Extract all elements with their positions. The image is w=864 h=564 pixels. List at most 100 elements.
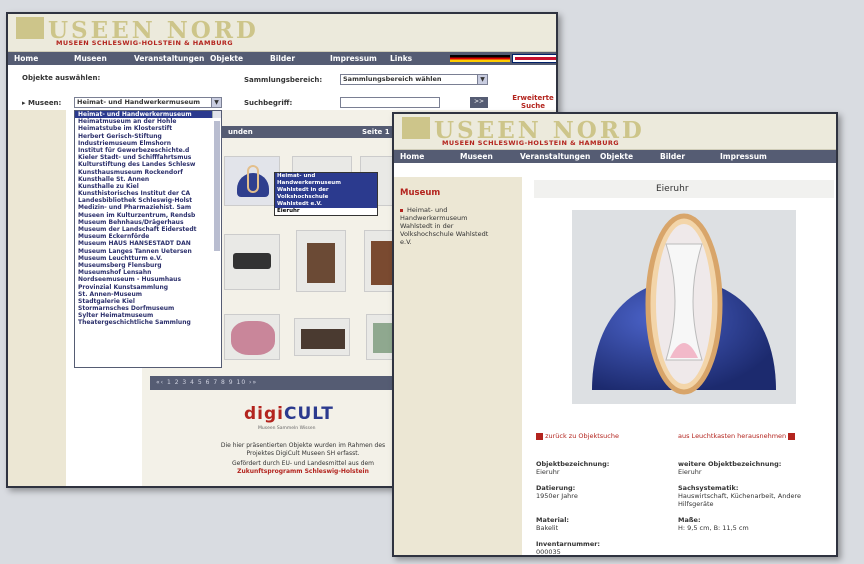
museum-list-item[interactable]: Kunsthausmuseum Rockendorf — [75, 169, 221, 176]
nav-impressum[interactable]: Impressum — [720, 152, 780, 161]
bullet-icon — [400, 208, 403, 212]
egg-timer-icon — [572, 210, 796, 404]
museum-list-item[interactable]: Kunsthalle zu Kiel — [75, 183, 221, 190]
object-thumbnail[interactable] — [296, 230, 346, 292]
site-subtitle: MUSEEN SCHLESWIG-HOLSTEIN & HAMBURG — [442, 139, 620, 147]
museum-list-item[interactable]: Institut für Gewerbezeschichte.d — [75, 147, 221, 154]
nav-home[interactable]: Home — [14, 54, 74, 63]
list-scrollbar[interactable] — [212, 111, 221, 251]
field-value: Bakelit — [536, 524, 559, 532]
museum-list-item[interactable]: Museum Langes Tannen Uetersen — [75, 248, 221, 255]
field-value: Hauswirtschaft, Küchenarbeit, Andere Hil… — [678, 492, 801, 508]
museum-building-icon — [16, 17, 44, 39]
object-title: Eieruhr — [656, 184, 689, 194]
nav-bilder[interactable]: Bilder — [270, 54, 330, 63]
object-thumbnail[interactable] — [224, 234, 280, 290]
field-label: weitere Objektbezeichnung: — [678, 460, 782, 468]
suchbegriff-label: Suchbegriff: — [244, 99, 293, 107]
museum-heading: Museum — [400, 188, 441, 198]
museum-list-item[interactable]: Kulturstiftung des Landes Schlesw — [75, 161, 221, 168]
museum-list-item[interactable]: Landesbibliothek Schleswig-Holst — [75, 197, 221, 204]
museum-list-item[interactable]: Stormarnsches Dorfmuseum — [75, 305, 221, 312]
museum-list-item[interactable]: Heimatstube im Klosterstift — [75, 125, 221, 132]
search-go-button[interactable]: >> — [470, 97, 488, 108]
field-value: 1950er Jahre — [536, 492, 578, 500]
field-value: H: 9,5 cm, B: 11,5 cm — [678, 524, 749, 532]
chevron-down-icon[interactable]: ▼ — [211, 98, 221, 107]
nav-veranstaltungen[interactable]: Veranstaltungen — [134, 54, 210, 63]
museum-list-item[interactable]: Sylter Heimatmuseum — [75, 312, 221, 319]
museum-list-item[interactable]: Kunsthistorisches Institut der CA — [75, 190, 221, 197]
museum-list-item[interactable]: Stadtgalerie Kiel — [75, 298, 221, 305]
machine-thumb-icon — [301, 329, 345, 349]
field-value: Eieruhr — [678, 468, 702, 476]
main-nav: Home Museen Veranstaltungen Objekte Bild… — [8, 52, 556, 65]
nav-objekte[interactable]: Objekte — [600, 152, 660, 161]
nav-bilder[interactable]: Bilder — [660, 152, 720, 161]
museum-list-item[interactable]: Medizin- und Pharmaziehist. Sam — [75, 204, 221, 211]
museum-list-item[interactable]: Museumsberg Flensburg — [75, 262, 221, 269]
main-nav: Home Museen Veranstaltungen Objekte Bild… — [394, 150, 836, 163]
digicult-logo: digiCULT — [244, 404, 334, 424]
museum-list-item[interactable]: Nordseemuseum - Husumhaus — [75, 276, 221, 283]
museum-list-item[interactable]: Museum Leuchtturm e.V. — [75, 255, 221, 262]
digicult-tagline: Museen Sammeln Wissen — [258, 426, 316, 431]
museum-list-item[interactable]: St. Annen-Museum — [75, 291, 221, 298]
object-photo[interactable] — [572, 210, 796, 404]
museum-list-item[interactable]: Theatergeschichtliche Sammlung — [75, 319, 221, 326]
field-label: Sachsystematik: — [678, 484, 739, 492]
museum-dropdown-list[interactable]: Heimat- und Handwerkermuseum Heimatmuseum… — [74, 110, 222, 368]
nav-objekte[interactable]: Objekte — [210, 54, 270, 63]
pagination[interactable]: «‹ 1 2 3 4 5 6 7 8 9 10 ›» — [150, 376, 420, 390]
search-input[interactable] — [340, 97, 440, 108]
field-label: Datierung: — [536, 484, 576, 492]
object-detail-window: USEEN NORD MUSEEN SCHLESWIG-HOLSTEIN & H… — [392, 112, 838, 557]
museum-list-item[interactable]: Herbert Gerisch-Stiftung — [75, 133, 221, 140]
chevron-down-icon[interactable]: ▼ — [477, 75, 487, 84]
museum-list-item[interactable]: Museum Behnhaus/Drägerhaus — [75, 219, 221, 226]
museum-list-item[interactable]: Heimatmuseum an der Hohle — [75, 118, 221, 125]
object-thumbnail[interactable] — [224, 314, 280, 360]
museum-building-icon — [402, 117, 430, 139]
site-header: USEEN NORD MUSEEN SCHLESWIG-HOLSTEIN & H… — [8, 14, 556, 52]
language-flags — [450, 54, 556, 63]
site-header: USEEN NORD MUSEEN SCHLESWIG-HOLSTEIN & H… — [394, 114, 836, 150]
sand-glass-thumb-icon — [247, 165, 259, 193]
museum-list-item[interactable]: Museum Eckernförde — [75, 233, 221, 240]
german-flag-icon[interactable] — [450, 55, 510, 62]
field-label: Objektbezeichnung: — [536, 460, 610, 468]
nav-home[interactable]: Home — [400, 152, 460, 161]
object-thumbnail[interactable] — [294, 318, 350, 356]
museum-list-item[interactable]: Museumshof Lensahn — [75, 269, 221, 276]
nav-museen[interactable]: Museen — [74, 54, 134, 63]
object-thumbnail[interactable] — [224, 156, 280, 206]
nav-veranstaltungen[interactable]: Veranstaltungen — [520, 152, 600, 161]
field-label: Maße: — [678, 516, 701, 524]
sammlung-select[interactable]: Sammlungsbereich wählen ▼ — [340, 74, 488, 85]
museum-list-item[interactable]: Museen im Kulturzentrum, Rendsb — [75, 212, 221, 219]
flowers-thumb-icon — [231, 321, 275, 355]
museum-list-item[interactable]: Kieler Stadt- und Schifffahrtsmus — [75, 154, 221, 161]
nav-links[interactable]: Links — [390, 54, 450, 63]
museum-list-item[interactable]: Museum der Landschaft Eiderstedt — [75, 226, 221, 233]
museum-list-item[interactable]: Industriemuseum Elmshorn — [75, 140, 221, 147]
nav-impressum[interactable]: Impressum — [330, 54, 390, 63]
objects-label: Objekte auswählen: — [22, 74, 101, 82]
field-value: Eieruhr — [536, 468, 560, 476]
museum-list-item[interactable]: Heimat- und Handwerkermuseum — [75, 111, 221, 119]
left-sidebar — [8, 110, 66, 486]
advanced-search-link[interactable]: Erweiterte Suche — [510, 94, 556, 110]
back-to-search-link[interactable]: zurück zu Objektsuche — [536, 432, 619, 440]
museum-list-item[interactable]: Museum HAUS HANSESTADT DAN — [75, 240, 221, 247]
museum-select[interactable]: Heimat- und Handwerkermuseum ▼ — [74, 97, 222, 108]
arrow-right-icon — [788, 432, 796, 440]
remove-lightbox-link[interactable]: aus Leuchtkasten herausnehmen — [678, 432, 796, 440]
scrollbar-thumb[interactable] — [214, 121, 220, 251]
english-flag-icon[interactable] — [512, 54, 556, 63]
museum-list-item[interactable]: Provinzial Kunstsammlung — [75, 284, 221, 291]
museum-list-item[interactable]: Kunsthalle St. Annen — [75, 176, 221, 183]
site-subtitle: MUSEEN SCHLESWIG-HOLSTEIN & HAMBURG — [56, 39, 234, 47]
camera-thumb-icon — [233, 253, 271, 269]
nav-museen[interactable]: Museen — [460, 152, 520, 161]
museum-link[interactable]: Heimat- und Handwerkermuseum Wahlstedt i… — [400, 206, 500, 246]
